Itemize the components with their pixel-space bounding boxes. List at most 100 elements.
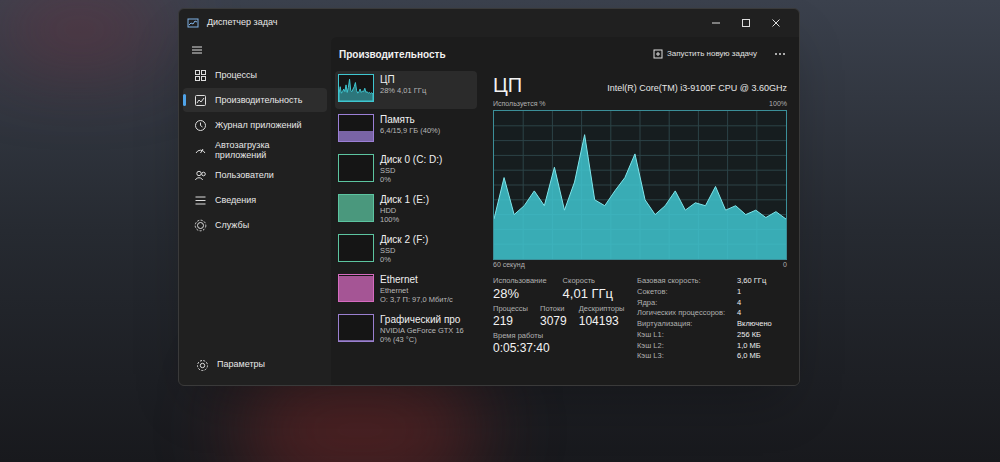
device-thumbnail	[338, 74, 374, 102]
detail-panel: ЦП Intel(R) Core(TM) i3-9100F CPU @ 3.60…	[485, 71, 787, 385]
nav-item[interactable]: Автозагрузка приложений	[183, 138, 327, 162]
device-thumbnail	[338, 154, 374, 182]
close-icon	[771, 18, 781, 28]
window-title: Диспетчер задач	[207, 16, 277, 30]
usage-segment	[625, 153, 635, 177]
desktop: Диспетчер задач Процессы Производительнос…	[0, 0, 1000, 462]
settings-item[interactable]: Параметры	[183, 353, 327, 377]
usage-segment	[675, 190, 685, 209]
wallpaper-figure	[0, 0, 160, 60]
selection-indicator	[183, 94, 186, 106]
stat-label: Время работы	[493, 331, 625, 341]
more-icon	[774, 52, 786, 56]
usage-segment	[776, 211, 786, 218]
usage-segment	[564, 182, 574, 210]
selection-indicator	[183, 194, 186, 206]
stat-label: Скорость	[563, 276, 613, 286]
maximize-icon	[741, 18, 751, 28]
usage-segment	[695, 202, 705, 205]
stat: Скорость4,01 ГГц	[563, 276, 613, 301]
nav-item[interactable]: Производительность	[183, 88, 327, 112]
device-name: Диск 0 (C: D:)	[380, 154, 442, 166]
device-detail: 100%	[380, 215, 429, 224]
usage-segment	[554, 167, 564, 210]
device-item[interactable]: Диск 1 (E:)HDD100%	[335, 191, 477, 229]
usage-segment	[685, 202, 695, 209]
stat-value: 104193	[579, 314, 625, 328]
spec-value: 4	[737, 298, 772, 308]
spec-table: Базовая скорость:3,60 ГГцСокетов:1Ядра:4…	[637, 276, 772, 361]
usage-segment	[756, 210, 766, 217]
gear-icon	[196, 359, 209, 372]
device-name: Диск 1 (E:)	[380, 194, 429, 206]
spec-label: Кэш L1:	[637, 330, 725, 340]
usage-segment	[494, 177, 504, 218]
usage-segment	[514, 205, 524, 214]
detail-title: ЦП	[493, 75, 522, 95]
nav-label: Журнал приложений	[215, 120, 302, 130]
spec-value: 1	[737, 287, 772, 297]
stat-value: 28%	[493, 286, 547, 302]
more-button[interactable]	[769, 52, 791, 56]
history-icon	[194, 119, 207, 132]
selection-indicator	[183, 144, 186, 156]
usage-segment	[736, 205, 746, 214]
device-name: Диск 2 (F:)	[380, 234, 428, 246]
header: Производительность Запустить новую задач…	[331, 37, 799, 71]
nav-pane: Процессы Производительность Журнал приложе…	[179, 37, 331, 385]
device-item[interactable]: Графический проNVIDIA GeForce GTX 160% (…	[335, 311, 477, 349]
selection-indicator	[183, 219, 186, 231]
usage-area	[494, 134, 786, 258]
minimize-button[interactable]	[701, 9, 731, 37]
usage-segment	[665, 190, 675, 205]
device-fill	[339, 195, 373, 221]
nav-item[interactable]: Журнал приложений	[183, 113, 327, 137]
device-name: ЦП	[380, 74, 426, 86]
axis-span: 60 секунд	[493, 260, 525, 271]
usage-segment	[635, 153, 645, 199]
startup-icon	[194, 144, 207, 157]
close-button[interactable]	[761, 9, 791, 37]
device-item[interactable]: Диск 2 (F:)SSD0%	[335, 231, 477, 269]
nav-item[interactable]: Службы	[183, 213, 327, 237]
spec-value: 6,0 МБ	[737, 351, 772, 361]
device-name: Память	[380, 114, 440, 126]
stat: Время работы0:05:37:40	[493, 331, 625, 355]
device-item[interactable]: Память6,4/15,9 ГБ (40%)	[335, 111, 477, 149]
nav-label: Процессы	[215, 70, 257, 80]
stat: Дескрипторы104193	[579, 304, 625, 328]
usage-segment	[534, 190, 544, 205]
device-detail: 0% (43 °C)	[380, 335, 464, 344]
usage-segment	[595, 199, 605, 205]
run-task-button[interactable]: Запустить новую задачу	[649, 48, 761, 60]
stat: Потоки3079	[540, 304, 567, 328]
stat-label: Потоки	[540, 304, 567, 314]
device-thumbnail	[338, 274, 374, 302]
usage-segment	[615, 177, 625, 190]
spec-value: 4	[737, 308, 772, 318]
device-detail: SSD	[380, 166, 442, 175]
device-name: Графический про	[380, 314, 464, 326]
settings-label: Параметры	[217, 358, 265, 372]
spec-value: 1,0 МБ	[737, 341, 772, 351]
minimize-icon	[711, 18, 721, 28]
nav-item[interactable]: Процессы	[183, 63, 327, 87]
nav-item[interactable]: Сведения	[183, 188, 327, 212]
device-item[interactable]: ЦП28% 4,01 ГГц	[335, 71, 477, 109]
device-fill	[339, 131, 373, 141]
nav-item[interactable]: Пользователи	[183, 163, 327, 187]
maximize-button[interactable]	[731, 9, 761, 37]
nav-list: Процессы Производительность Журнал приложе…	[183, 63, 327, 237]
device-item[interactable]: EthernetEthernetО: 3,7 П: 97,0 Мбит/с	[335, 271, 477, 309]
run-task-label: Запустить новую задачу	[667, 48, 757, 60]
device-item[interactable]: Диск 0 (C: D:)SSD0%	[335, 151, 477, 189]
usage-segment	[705, 186, 715, 205]
usage-segment	[575, 134, 585, 181]
stat-label: Использование	[493, 276, 547, 286]
device-detail: HDD	[380, 206, 429, 215]
nav-label: Производительность	[215, 95, 302, 105]
task-manager-window[interactable]: Диспетчер задач Процессы Производительнос…	[178, 8, 800, 386]
spec-value: Включено	[737, 319, 772, 329]
spec-label: Сокетов:	[637, 287, 725, 297]
menu-button[interactable]	[183, 37, 327, 63]
